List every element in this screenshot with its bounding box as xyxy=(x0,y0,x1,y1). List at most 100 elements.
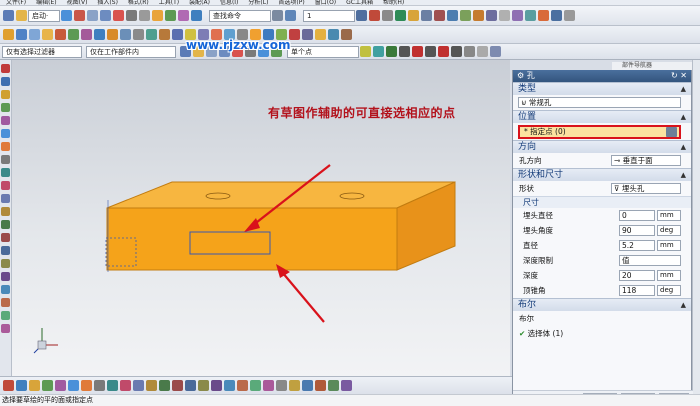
wcs-icon[interactable] xyxy=(395,10,406,21)
render-icon[interactable] xyxy=(178,10,189,21)
group-face-icon[interactable] xyxy=(198,380,209,391)
work-layer-combo[interactable]: 1 xyxy=(303,9,355,22)
unit-selector[interactable]: mm xyxy=(657,240,681,251)
part-front-face[interactable] xyxy=(106,207,398,271)
revolve-icon[interactable] xyxy=(460,10,471,21)
boolean-section-header[interactable]: 布尔 ▲ xyxy=(513,298,691,311)
menu-item[interactable]: 装配(A) xyxy=(189,0,210,5)
navigator-tab-strip[interactable] xyxy=(692,60,700,394)
menu-item[interactable]: 文件(F) xyxy=(6,0,26,5)
dimension-value-input[interactable]: 20 xyxy=(619,270,655,281)
unit-selector[interactable]: deg xyxy=(657,225,681,236)
sketch-section-icon[interactable] xyxy=(666,127,677,137)
trim-curve-icon[interactable] xyxy=(1,181,10,190)
snap-quadrant-icon[interactable] xyxy=(425,46,436,57)
circle-icon[interactable] xyxy=(1,90,10,99)
offset-curve-icon[interactable] xyxy=(1,155,10,164)
edge-blend-icon[interactable] xyxy=(107,29,118,40)
mirror-face-icon[interactable] xyxy=(172,380,183,391)
linear-dimension-icon[interactable] xyxy=(94,380,105,391)
paste-icon[interactable] xyxy=(100,10,111,21)
intersect-icon[interactable] xyxy=(94,29,105,40)
cone-icon[interactable] xyxy=(29,29,40,40)
fit-view-icon[interactable] xyxy=(285,10,296,21)
project-curve-icon[interactable] xyxy=(1,168,10,177)
thread-icon[interactable] xyxy=(328,380,339,391)
delete-face-icon[interactable] xyxy=(42,380,53,391)
trim-icon[interactable] xyxy=(564,10,575,21)
undo-icon[interactable] xyxy=(126,10,137,21)
rectangle-icon[interactable] xyxy=(1,103,10,112)
history-icon[interactable] xyxy=(1,272,10,281)
menu-item[interactable]: 帮助(H) xyxy=(383,0,404,5)
resize-blend-icon[interactable] xyxy=(55,380,66,391)
select-mode-combo[interactable]: 单个点 xyxy=(287,45,359,58)
dimension-value-input[interactable]: 118 xyxy=(619,285,655,296)
groove-icon[interactable] xyxy=(341,380,352,391)
dimension-value-input[interactable]: 值 xyxy=(619,255,681,266)
move-object-icon[interactable] xyxy=(382,10,393,21)
show-hide-icon[interactable] xyxy=(369,10,380,21)
spline-icon[interactable] xyxy=(1,129,10,138)
draft-icon[interactable] xyxy=(120,29,131,40)
open-folder-icon[interactable] xyxy=(16,10,27,21)
menu-item[interactable]: 格式(R) xyxy=(128,0,149,5)
cut-face-icon[interactable] xyxy=(146,380,157,391)
dialog-title-bar[interactable]: ⚙ 孔 ↻ ✕ xyxy=(513,70,691,82)
selection-filter-combo[interactable]: 仅有选择过滤器 xyxy=(2,45,82,58)
measure-icon[interactable] xyxy=(152,10,163,21)
point-icon[interactable] xyxy=(1,246,10,255)
system-material-icon[interactable] xyxy=(1,298,10,307)
menu-item[interactable]: 信息(I) xyxy=(220,0,238,5)
new-file-icon[interactable] xyxy=(3,10,14,21)
direction-section-header[interactable]: 方向 ▲ xyxy=(513,140,691,153)
menu-item[interactable]: 插入(S) xyxy=(97,0,118,5)
copy-face-icon[interactable] xyxy=(133,380,144,391)
roles-icon[interactable] xyxy=(1,285,10,294)
boss-icon[interactable] xyxy=(486,10,497,21)
menu-item[interactable]: 首选项(P) xyxy=(278,0,304,5)
paste-face-icon[interactable] xyxy=(159,380,170,391)
dialog-gear-icon[interactable]: ⚙ xyxy=(517,71,527,80)
snap-intersection-icon[interactable] xyxy=(399,46,410,57)
command-search-input[interactable]: 查找命令 xyxy=(209,9,271,22)
zoom-icon[interactable] xyxy=(272,10,283,21)
cut-icon[interactable] xyxy=(74,10,85,21)
select-body-row[interactable]: ✔ 选择体 (1) xyxy=(513,326,691,341)
analysis-icon[interactable] xyxy=(165,10,176,21)
form-section-header[interactable]: 形状和尺寸 ▲ xyxy=(513,168,691,181)
position-section-header[interactable]: 位置 ▲ xyxy=(513,110,691,123)
snap-bounded-grid-icon[interactable] xyxy=(477,46,488,57)
blend-icon[interactable] xyxy=(512,10,523,21)
menu-item[interactable]: 窗口(O) xyxy=(315,0,336,5)
sew-icon[interactable] xyxy=(276,380,287,391)
angular-dimension-icon[interactable] xyxy=(120,380,131,391)
box-icon[interactable] xyxy=(3,29,14,40)
snap-view-icon[interactable] xyxy=(315,29,326,40)
dimension-icon[interactable] xyxy=(1,233,10,242)
extend-curve-icon[interactable] xyxy=(1,194,10,203)
section-view-icon[interactable] xyxy=(302,29,313,40)
web-browser-icon[interactable] xyxy=(1,324,10,333)
dialog-reset-close-icon[interactable]: ↻ ✕ xyxy=(671,70,687,82)
form-combo[interactable]: ⊽ 埋头孔 xyxy=(611,183,681,194)
dimension-value-input[interactable]: 0 xyxy=(619,210,655,221)
mirror-curve-icon[interactable] xyxy=(1,207,10,216)
constrain-face-icon[interactable] xyxy=(211,380,222,391)
type-section-header[interactable]: 类型 ▲ xyxy=(513,82,691,95)
pattern-face-icon[interactable] xyxy=(185,380,196,391)
trim-body-icon[interactable] xyxy=(172,29,183,40)
sketch-icon[interactable] xyxy=(434,10,445,21)
menu-item[interactable]: 工具(T) xyxy=(159,0,179,5)
palette-icon[interactable] xyxy=(1,311,10,320)
save-icon[interactable] xyxy=(61,10,72,21)
move-face-icon[interactable] xyxy=(16,380,27,391)
patch-icon[interactable] xyxy=(289,380,300,391)
cylinder-icon[interactable] xyxy=(16,29,27,40)
layer-settings-icon[interactable] xyxy=(356,10,367,21)
redo-icon[interactable] xyxy=(139,10,150,21)
offset-face-icon[interactable] xyxy=(133,29,144,40)
start-menu-button[interactable]: 启动· xyxy=(28,9,60,22)
split-body-icon[interactable] xyxy=(159,29,170,40)
fillet-icon[interactable] xyxy=(1,142,10,151)
